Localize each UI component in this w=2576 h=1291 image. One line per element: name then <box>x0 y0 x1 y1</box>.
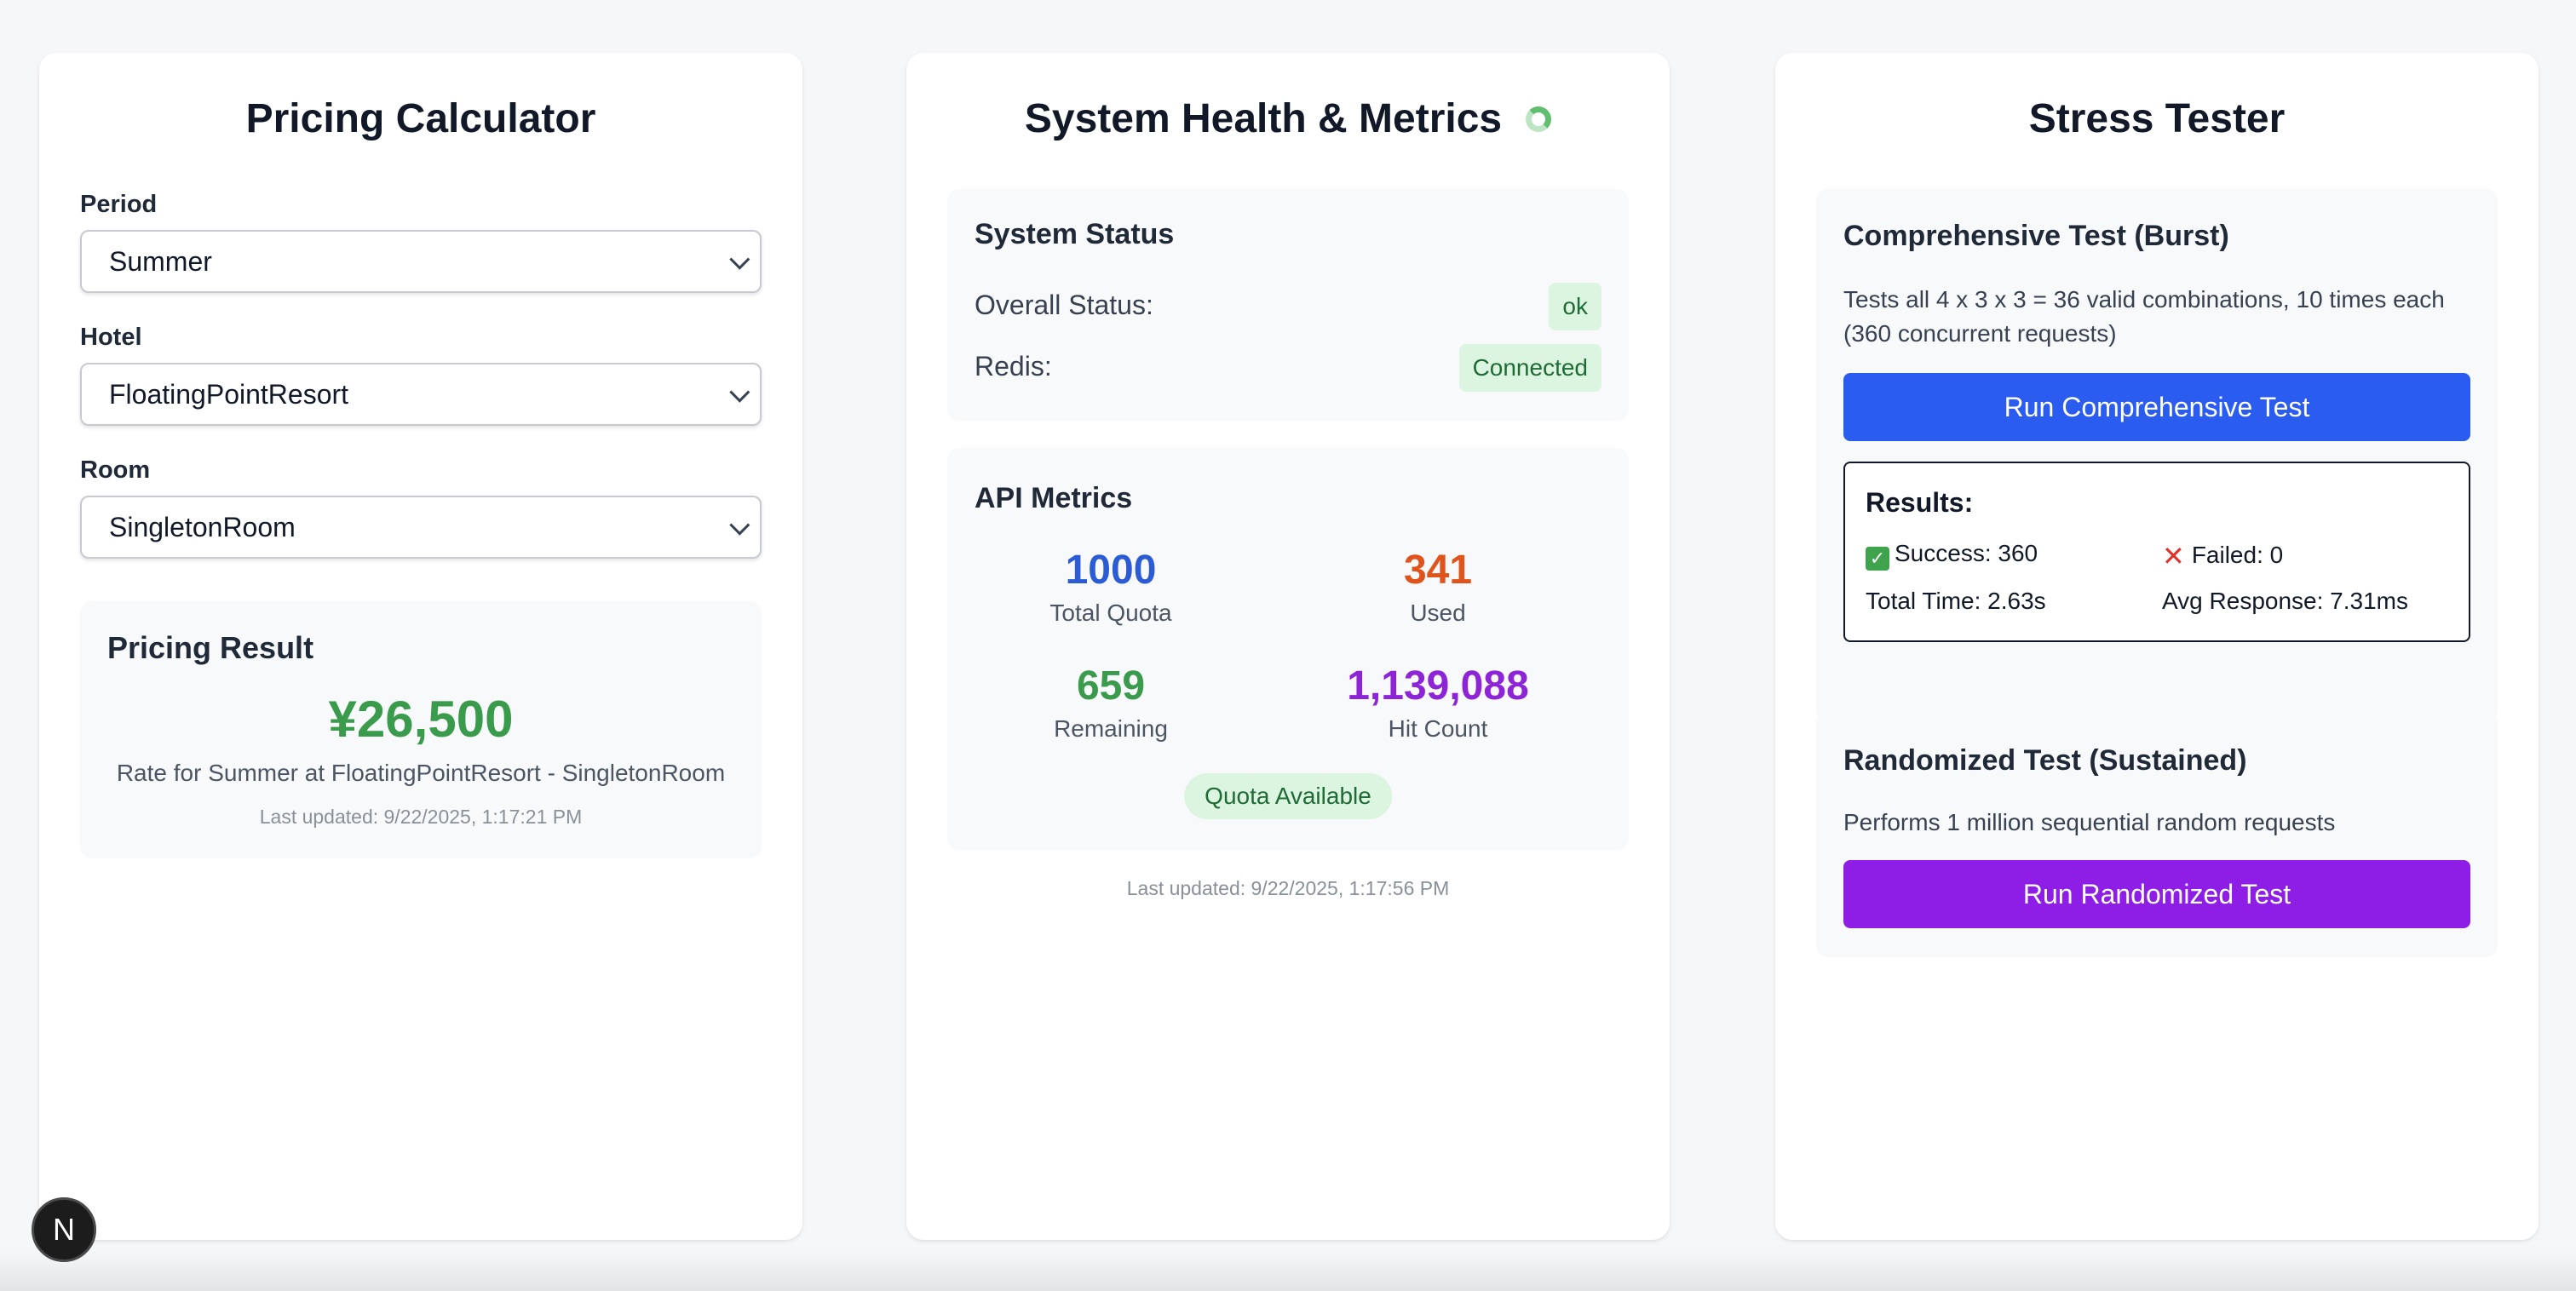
success-text: Success: 360 <box>1895 540 2038 566</box>
failed-text: Failed: 0 <box>2191 542 2284 568</box>
success-count: ✓ Success: 360 <box>1866 540 2038 571</box>
randomized-test-description: Performs 1 million sequential random req… <box>1843 809 2336 835</box>
pricing-last-updated: Last updated: 9/22/2025, 1:17:21 PM <box>259 806 583 828</box>
used-value: 341 <box>1403 548 1473 593</box>
room-label: Room <box>80 456 151 484</box>
overall-status-badge: ok <box>1549 283 1601 330</box>
hit-count-value: 1,139,088 <box>1347 663 1529 709</box>
price-value: ¥26,500 <box>328 691 514 748</box>
results-title: Results: <box>1866 487 1974 518</box>
pricing-calculator-card: Pricing Calculator Period Summer Hotel F… <box>39 53 802 1240</box>
page: Pricing Calculator Period Summer Hotel F… <box>0 0 2576 1291</box>
period-label: Period <box>80 191 158 218</box>
room-select[interactable]: SingletonRoom <box>80 496 762 559</box>
run-randomized-test-button[interactable]: Run Randomized Test <box>1843 860 2470 928</box>
burst-test-description: Tests all 4 x 3 x 3 = 36 valid combinati… <box>1843 286 2445 347</box>
check-icon: ✓ <box>1866 547 1889 571</box>
period-select-value: Summer <box>109 245 212 277</box>
randomized-test-title: Randomized Test (Sustained) <box>1843 744 2247 777</box>
total-time: Total Time: 2.63s <box>1866 588 2046 614</box>
total-quota-value: 1000 <box>1065 548 1157 593</box>
bottom-shade <box>0 1250 2576 1291</box>
rate-description: Rate for Summer at FloatingPointResort -… <box>116 760 726 786</box>
room-select-value: SingletonRoom <box>109 511 296 542</box>
redis-status-badge: Connected <box>1458 344 1601 392</box>
chevron-down-icon <box>729 514 750 536</box>
hotel-label: Hotel <box>80 324 142 351</box>
avg-response: Avg Response: 7.31ms <box>2162 588 2408 614</box>
results-box: Results: ✓ Success: 360 ✕ Failed: 0 Total … <box>1843 462 2470 642</box>
api-metrics-title: API Metrics <box>975 482 1133 514</box>
overall-status-label: Overall Status: <box>975 290 1153 320</box>
system-status-title: System Status <box>975 218 1175 250</box>
randomized-test-panel: Randomized Test (Sustained) Performs 1 m… <box>1816 710 2498 957</box>
system-health-title: System Health & Metrics <box>1024 96 1503 141</box>
remaining-label: Remaining <box>1054 715 1168 742</box>
hotel-select[interactable]: FloatingPointResort <box>80 363 762 426</box>
hotel-select-value: FloatingPointResort <box>109 378 349 410</box>
quota-available-badge: Quota Available <box>1184 773 1392 819</box>
stress-tester-card: Stress Tester Comprehensive Test (Burst)… <box>1775 53 2539 1240</box>
pricing-result-panel: Pricing Result ¥26,500 Rate for Summer a… <box>80 601 762 858</box>
run-comprehensive-test-button[interactable]: Run Comprehensive Test <box>1843 373 2470 441</box>
pricing-result-title: Pricing Result <box>107 630 314 665</box>
chevron-down-icon <box>729 382 750 403</box>
redis-label: Redis: <box>975 351 1052 382</box>
health-last-updated: Last updated: 9/22/2025, 1:17:56 PM <box>1126 877 1450 899</box>
burst-test-title: Comprehensive Test (Burst) <box>1843 220 2229 252</box>
period-select[interactable]: Summer <box>80 230 762 293</box>
total-quota-label: Total Quota <box>1049 600 1172 626</box>
remaining-value: 659 <box>1076 663 1146 709</box>
nextjs-dev-badge-icon[interactable]: N <box>32 1197 96 1262</box>
system-health-card: System Health & Metrics System Status Ov… <box>906 53 1670 1240</box>
chevron-down-icon <box>729 249 750 270</box>
stress-tester-title: Stress Tester <box>2028 96 2286 141</box>
cross-icon: ✕ <box>2162 541 2185 571</box>
loading-spinner-icon <box>1526 106 1552 132</box>
api-metrics-panel: API Metrics 1000 Total Quota 341 Used 65… <box>947 448 1629 850</box>
failed-count: ✕ Failed: 0 <box>2162 540 2283 572</box>
burst-test-panel: Comprehensive Test (Burst) Tests all 4 x… <box>1816 189 2498 722</box>
system-health-header: System Health & Metrics <box>906 95 1670 143</box>
system-status-panel: System Status Overall Status: ok Redis: … <box>947 189 1629 421</box>
pricing-calculator-title: Pricing Calculator <box>245 96 596 141</box>
used-label: Used <box>1410 600 1466 626</box>
hit-count-label: Hit Count <box>1388 715 1488 742</box>
